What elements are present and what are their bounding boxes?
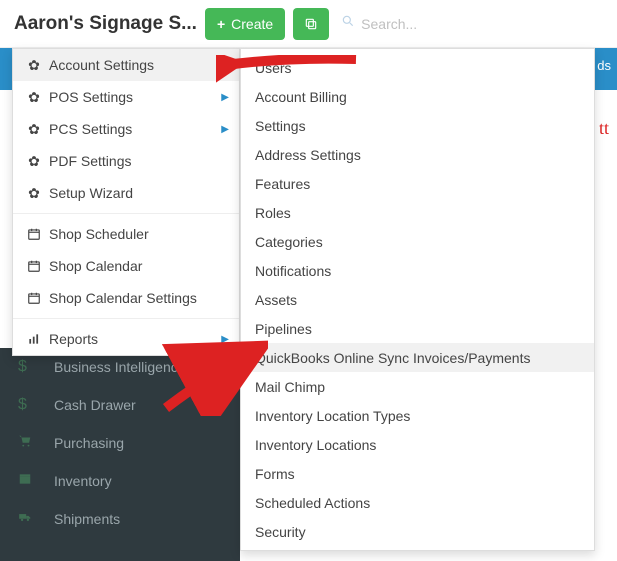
caret-right-icon: ▶ <box>221 124 229 135</box>
submenu-item-label: QuickBooks Online Sync Invoices/Payments <box>255 350 530 366</box>
submenu-item-label: Users <box>255 60 292 76</box>
submenu-item-label: Pipelines <box>255 321 312 337</box>
submenu-item-label: Assets <box>255 292 297 308</box>
menu-shop-calendar-settings[interactable]: Shop Calendar Settings <box>13 282 239 314</box>
menu-divider <box>13 213 239 214</box>
menu-shop-scheduler[interactable]: Shop Scheduler <box>13 218 239 250</box>
submenu-item-label: Address Settings <box>255 147 361 163</box>
submenu-item-label: Forms <box>255 466 295 482</box>
submenu-item-label: Mail Chimp <box>255 379 325 395</box>
submenu-item-label: Categories <box>255 234 323 250</box>
search-input[interactable] <box>361 16 511 32</box>
menu-pdf-settings[interactable]: ✿ PDF Settings <box>13 145 239 177</box>
menu-pos-settings[interactable]: ✿ POS Settings ▶ <box>13 81 239 113</box>
submenu-item[interactable]: Users <box>241 53 594 82</box>
account-settings-submenu: Users Account Billing Settings Address Sett… <box>240 48 595 551</box>
submenu-item[interactable]: Features <box>241 169 594 198</box>
menu-item-label: Reports <box>49 331 98 347</box>
submenu-item[interactable]: Inventory Location Types <box>241 401 594 430</box>
menu-divider <box>13 318 239 319</box>
box-icon <box>18 472 42 491</box>
submenu-item[interactable]: Assets <box>241 285 594 314</box>
sidebar-item-cashdrawer[interactable]: $ Cash Drawer <box>0 386 240 424</box>
submenu-item[interactable]: Account Billing <box>241 82 594 111</box>
gear-icon: ✿ <box>25 57 43 74</box>
sidebar-item-purchasing[interactable]: Purchasing <box>0 424 240 462</box>
submenu-item-label: Roles <box>255 205 291 221</box>
caret-right-icon: ▶ <box>221 334 229 345</box>
submenu-item[interactable]: Scheduled Actions <box>241 488 594 517</box>
dollar-icon: $ <box>18 396 42 414</box>
menu-item-label: Shop Calendar Settings <box>49 290 197 306</box>
submenu-item[interactable]: Settings <box>241 111 594 140</box>
submenu-item-label: Account Billing <box>255 89 347 105</box>
chart-icon <box>25 332 43 346</box>
sidebar: $ Business Intelligence $ Cash Drawer Pu… <box>0 348 240 561</box>
submenu-item[interactable]: Inventory Locations <box>241 430 594 459</box>
menu-item-label: Setup Wizard <box>49 185 133 201</box>
menu-item-label: Account Settings <box>49 57 154 73</box>
menu-shop-calendar[interactable]: Shop Calendar <box>13 250 239 282</box>
truck-icon <box>18 510 42 529</box>
submenu-item[interactable]: Categories <box>241 227 594 256</box>
submenu-item-label: Settings <box>255 118 306 134</box>
clone-icon <box>304 17 318 31</box>
menu-account-settings[interactable]: ✿ Account Settings <box>13 49 239 81</box>
search-icon <box>341 14 355 33</box>
settings-menu: ✿ Account Settings ✿ POS Settings ▶ ✿ PC… <box>12 48 240 356</box>
submenu-item[interactable]: Forms <box>241 459 594 488</box>
sidebar-item-label: Inventory <box>54 473 112 489</box>
sidebar-item-label: Shipments <box>54 511 120 527</box>
sidebar-item-inventory[interactable]: Inventory <box>0 462 240 500</box>
dollar-icon: $ <box>18 358 42 376</box>
submenu-item-label: Scheduled Actions <box>255 495 370 511</box>
menu-item-label: PCS Settings <box>49 121 132 137</box>
menu-reports[interactable]: Reports ▶ <box>13 323 239 355</box>
submenu-item[interactable]: QuickBooks Online Sync Invoices/Payments <box>241 343 594 372</box>
menu-item-label: Shop Scheduler <box>49 226 149 242</box>
menu-item-label: POS Settings <box>49 89 133 105</box>
gear-icon: ✿ <box>25 185 43 202</box>
menu-item-label: Shop Calendar <box>49 258 142 274</box>
cart-icon <box>18 434 42 453</box>
calendar-icon <box>25 227 43 241</box>
search-wrap <box>341 14 609 33</box>
submenu-item-label: Inventory Locations <box>255 437 376 453</box>
submenu-item[interactable]: Notifications <box>241 256 594 285</box>
submenu-item[interactable]: Security <box>241 517 594 546</box>
gear-icon: ✿ <box>25 121 43 138</box>
submenu-item-label: Security <box>255 524 306 540</box>
create-button[interactable]: + Create <box>205 8 285 40</box>
submenu-item[interactable]: Address Settings <box>241 140 594 169</box>
menu-item-label: PDF Settings <box>49 153 131 169</box>
calendar-icon <box>25 259 43 273</box>
menu-setup-wizard[interactable]: ✿ Setup Wizard <box>13 177 239 209</box>
calendar-icon <box>25 291 43 305</box>
plus-icon: + <box>217 16 225 32</box>
sidebar-item-shipments[interactable]: Shipments <box>0 500 240 538</box>
page-title-fragment: tt <box>599 118 609 139</box>
sidebar-item-label: Business Intelligence <box>54 359 186 375</box>
submenu-item[interactable]: Mail Chimp <box>241 372 594 401</box>
sidebar-item-label: Cash Drawer <box>54 397 136 413</box>
gear-icon: ✿ <box>25 89 43 106</box>
submenu-item-label: Inventory Location Types <box>255 408 410 424</box>
clone-button[interactable] <box>293 8 329 40</box>
submenu-item[interactable]: Roles <box>241 198 594 227</box>
sidebar-item-label: Purchasing <box>54 435 124 451</box>
submenu-item-label: Features <box>255 176 310 192</box>
create-label: Create <box>231 16 273 32</box>
app-title: Aaron's Signage S... <box>8 13 197 35</box>
blue-strip-tag: ds <box>597 58 617 73</box>
gear-icon: ✿ <box>25 153 43 170</box>
menu-pcs-settings[interactable]: ✿ PCS Settings ▶ <box>13 113 239 145</box>
topbar: Aaron's Signage S... + Create <box>0 0 617 48</box>
caret-right-icon: ▶ <box>221 92 229 103</box>
submenu-item-label: Notifications <box>255 263 331 279</box>
submenu-item[interactable]: Pipelines <box>241 314 594 343</box>
